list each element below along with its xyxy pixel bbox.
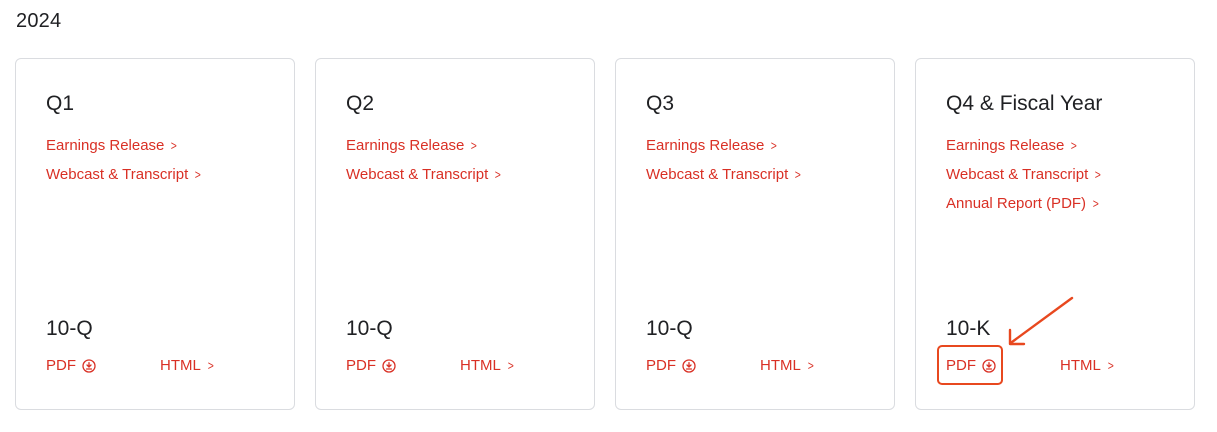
html-link[interactable]: HTML > (1060, 357, 1114, 374)
pdf-download-link[interactable]: PDF (46, 357, 96, 374)
html-link[interactable]: HTML > (760, 357, 814, 374)
download-circle-icon (682, 358, 696, 373)
earnings-release-link[interactable]: Earnings Release > (46, 137, 178, 154)
card-links: Earnings Release > Webcast & Transcript > (646, 136, 802, 194)
pdf-download-link[interactable]: PDF (646, 357, 696, 374)
download-circle-icon (82, 358, 96, 373)
chevron-right-icon: > (171, 138, 178, 153)
card-title: Q1 (46, 92, 75, 115)
chevron-right-icon: > (195, 167, 202, 182)
quarter-card-q1: Q1 Earnings Release > Webcast & Transcrip… (15, 58, 295, 410)
chevron-right-icon: > (495, 167, 502, 182)
filing-title: 10-K (946, 317, 991, 340)
card-links: Earnings Release > Webcast & Transcript > (346, 136, 502, 194)
earnings-release-link[interactable]: Earnings Release > (346, 137, 478, 154)
filing-title: 10-Q (46, 317, 93, 340)
card-title: Q3 (646, 92, 675, 115)
chevron-right-icon: > (1107, 358, 1114, 373)
chevron-right-icon: > (1092, 196, 1099, 211)
quarter-card-q3: Q3 Earnings Release > Webcast & Transcrip… (615, 58, 895, 410)
chevron-right-icon: > (771, 138, 778, 153)
filing-links: PDF HTML > (46, 357, 286, 377)
webcast-transcript-link[interactable]: Webcast & Transcript > (46, 166, 202, 183)
annotation-highlight-box (937, 345, 1003, 385)
chevron-right-icon: > (1095, 167, 1102, 182)
download-circle-icon (382, 358, 396, 373)
card-links: Earnings Release > Webcast & Transcript > … (946, 136, 1102, 223)
pdf-download-link[interactable]: PDF (346, 357, 396, 374)
quarter-card-q2: Q2 Earnings Release > Webcast & Transcrip… (315, 58, 595, 410)
year-heading: 2024 (16, 10, 62, 32)
filing-links: PDF HTML > (646, 357, 886, 377)
filing-title: 10-Q (646, 317, 693, 340)
filing-links: PDF HTML > (346, 357, 586, 377)
card-links: Earnings Release > Webcast & Transcript > (46, 136, 202, 194)
chevron-right-icon: > (507, 358, 514, 373)
chevron-right-icon: > (807, 358, 814, 373)
chevron-right-icon: > (207, 358, 214, 373)
html-link[interactable]: HTML > (160, 357, 214, 374)
webcast-transcript-link[interactable]: Webcast & Transcript > (346, 166, 502, 183)
html-link[interactable]: HTML > (460, 357, 514, 374)
card-title: Q4 & Fiscal Year (946, 92, 1103, 115)
earnings-release-link[interactable]: Earnings Release > (946, 137, 1078, 154)
chevron-right-icon: > (471, 138, 478, 153)
filing-title: 10-Q (346, 317, 393, 340)
webcast-transcript-link[interactable]: Webcast & Transcript > (646, 166, 802, 183)
arrow-annotation-icon (1008, 296, 1074, 346)
webcast-transcript-link[interactable]: Webcast & Transcript > (946, 166, 1102, 183)
annual-report-pdf-link[interactable]: Annual Report (PDF) > (946, 195, 1100, 212)
quarter-cards: Q1 Earnings Release > Webcast & Transcrip… (15, 58, 1195, 410)
chevron-right-icon: > (1071, 138, 1078, 153)
chevron-right-icon: > (795, 167, 802, 182)
card-title: Q2 (346, 92, 375, 115)
earnings-release-link[interactable]: Earnings Release > (646, 137, 778, 154)
